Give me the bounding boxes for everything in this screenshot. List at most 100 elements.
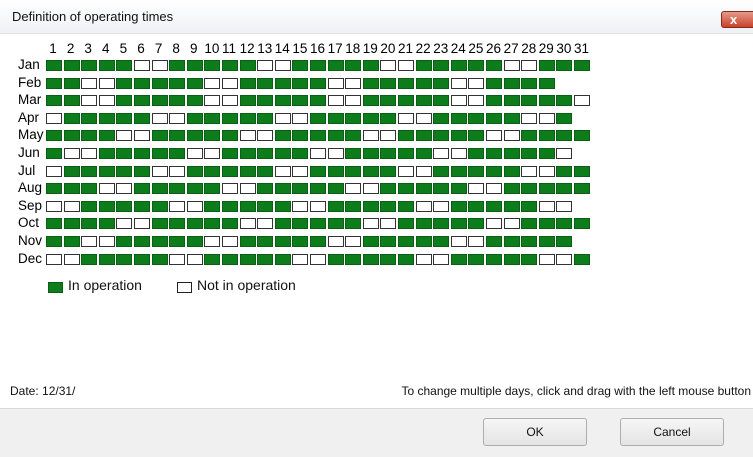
day-cell-jan-29[interactable] <box>538 60 555 71</box>
day-cell-jul-15[interactable] <box>292 165 309 177</box>
day-cell-dec-28[interactable] <box>521 253 538 265</box>
day-cell-jul-18[interactable] <box>345 165 362 177</box>
day-cell-feb-19[interactable] <box>362 77 379 89</box>
day-cell-feb-14[interactable] <box>274 77 291 89</box>
day-cell-may-1[interactable] <box>46 130 62 142</box>
day-cell-mar-25[interactable] <box>468 95 485 107</box>
day-cell-mar-27[interactable] <box>503 95 520 107</box>
day-cell-aug-30[interactable] <box>556 183 573 195</box>
day-cell-may-12[interactable] <box>239 130 256 142</box>
day-cell-jan-15[interactable] <box>292 60 309 71</box>
day-cell-apr-30[interactable] <box>556 112 573 124</box>
day-cell-jul-22[interactable] <box>415 165 432 177</box>
day-cell-mar-1[interactable] <box>46 95 62 107</box>
day-cell-jul-30[interactable] <box>556 165 573 177</box>
day-cell-aug-12[interactable] <box>239 183 256 195</box>
day-cell-dec-5[interactable] <box>116 253 133 265</box>
day-cell-oct-24[interactable] <box>450 218 467 230</box>
day-cell-sep-25[interactable] <box>468 200 485 212</box>
day-cell-jun-9[interactable] <box>186 148 203 159</box>
day-cell-mar-12[interactable] <box>239 95 256 107</box>
day-cell-oct-4[interactable] <box>98 218 115 230</box>
day-cell-may-19[interactable] <box>362 130 379 142</box>
day-cell-dec-19[interactable] <box>362 253 379 265</box>
day-cell-jan-27[interactable] <box>503 60 520 71</box>
day-cell-nov-13[interactable] <box>257 236 274 247</box>
day-cell-jul-27[interactable] <box>503 165 520 177</box>
day-cell-nov-25[interactable] <box>468 236 485 247</box>
day-cell-nov-2[interactable] <box>63 236 80 247</box>
day-cell-jul-24[interactable] <box>450 165 467 177</box>
day-cell-dec-21[interactable] <box>398 253 414 265</box>
day-cell-feb-22[interactable] <box>415 77 432 89</box>
day-cell-sep-28[interactable] <box>521 200 538 212</box>
day-cell-jun-7[interactable] <box>151 148 168 159</box>
day-cell-mar-6[interactable] <box>134 95 150 107</box>
day-cell-aug-14[interactable] <box>274 183 291 195</box>
day-cell-may-26[interactable] <box>486 130 502 142</box>
day-cell-jul-10[interactable] <box>204 165 221 177</box>
day-cell-may-27[interactable] <box>503 130 520 142</box>
day-cell-mar-31[interactable] <box>574 95 590 107</box>
day-cell-apr-26[interactable] <box>486 112 502 124</box>
day-cell-dec-24[interactable] <box>450 253 467 265</box>
day-cell-apr-18[interactable] <box>345 112 362 124</box>
day-cell-oct-11[interactable] <box>222 218 238 230</box>
day-cell-feb-4[interactable] <box>98 77 115 89</box>
day-cell-apr-12[interactable] <box>239 112 256 124</box>
day-cell-aug-16[interactable] <box>310 183 326 195</box>
day-cell-may-28[interactable] <box>521 130 538 142</box>
day-cell-jan-9[interactable] <box>186 60 203 71</box>
day-cell-jun-6[interactable] <box>134 148 150 159</box>
day-cell-mar-11[interactable] <box>222 95 238 107</box>
day-cell-sep-27[interactable] <box>503 200 520 212</box>
day-cell-may-14[interactable] <box>274 130 291 142</box>
day-cell-dec-31[interactable] <box>574 253 590 265</box>
day-cell-jul-5[interactable] <box>116 165 133 177</box>
day-cell-oct-22[interactable] <box>415 218 432 230</box>
day-cell-aug-24[interactable] <box>450 183 467 195</box>
day-cell-may-18[interactable] <box>345 130 362 142</box>
close-button[interactable]: x <box>721 11 753 28</box>
day-cell-aug-17[interactable] <box>327 183 344 195</box>
day-cell-oct-25[interactable] <box>468 218 485 230</box>
day-cell-oct-12[interactable] <box>239 218 256 230</box>
day-cell-jun-15[interactable] <box>292 148 309 159</box>
day-cell-nov-23[interactable] <box>433 236 450 247</box>
day-cell-jun-20[interactable] <box>380 148 397 159</box>
day-cell-jul-7[interactable] <box>151 165 168 177</box>
day-cell-mar-8[interactable] <box>169 95 186 107</box>
day-cell-oct-20[interactable] <box>380 218 397 230</box>
day-cell-feb-13[interactable] <box>257 77 274 89</box>
day-cell-feb-15[interactable] <box>292 77 309 89</box>
day-cell-oct-27[interactable] <box>503 218 520 230</box>
day-cell-mar-26[interactable] <box>486 95 502 107</box>
day-cell-dec-7[interactable] <box>151 253 168 265</box>
day-cell-jun-10[interactable] <box>204 148 221 159</box>
day-cell-mar-23[interactable] <box>433 95 450 107</box>
day-cell-aug-11[interactable] <box>222 183 238 195</box>
day-cell-may-11[interactable] <box>222 130 238 142</box>
day-cell-jan-16[interactable] <box>310 60 326 71</box>
day-cell-jun-18[interactable] <box>345 148 362 159</box>
day-cell-jan-2[interactable] <box>63 60 80 71</box>
day-cell-aug-1[interactable] <box>46 183 62 195</box>
day-cell-jul-25[interactable] <box>468 165 485 177</box>
day-cell-mar-4[interactable] <box>98 95 115 107</box>
day-cell-oct-15[interactable] <box>292 218 309 230</box>
day-cell-jan-7[interactable] <box>151 60 168 71</box>
day-cell-sep-10[interactable] <box>204 200 221 212</box>
day-cell-feb-9[interactable] <box>186 77 203 89</box>
day-cell-jul-8[interactable] <box>169 165 186 177</box>
day-cell-dec-1[interactable] <box>46 253 62 265</box>
day-cell-jun-22[interactable] <box>415 148 432 159</box>
day-cell-oct-23[interactable] <box>433 218 450 230</box>
day-cell-mar-24[interactable] <box>450 95 467 107</box>
day-cell-mar-5[interactable] <box>116 95 133 107</box>
day-cell-oct-30[interactable] <box>556 218 573 230</box>
day-cell-jul-26[interactable] <box>486 165 502 177</box>
day-cell-jun-26[interactable] <box>486 148 502 159</box>
day-cell-dec-15[interactable] <box>292 253 309 265</box>
day-cell-jan-21[interactable] <box>398 60 414 71</box>
day-cell-feb-18[interactable] <box>345 77 362 89</box>
